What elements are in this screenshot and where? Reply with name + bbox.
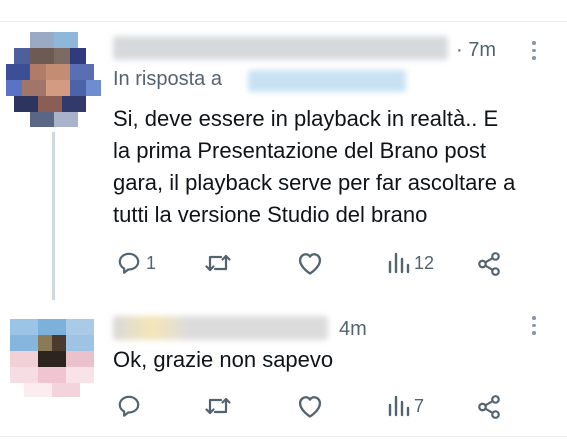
thread-line <box>52 132 55 300</box>
share-button[interactable] <box>476 394 502 420</box>
tweet-text: Ok, grazie non sapevo <box>113 347 334 372</box>
retweet-icon <box>205 397 231 415</box>
like-button[interactable] <box>296 250 328 276</box>
tweet-text-line: tutti la versione Studio del brano <box>113 202 428 227</box>
like-icon <box>298 253 322 275</box>
tweet-time[interactable]: 4m <box>339 318 367 341</box>
more-icon[interactable] <box>532 41 536 64</box>
reply-icon <box>118 252 140 274</box>
views-icon <box>388 252 410 274</box>
views-button[interactable]: 7 <box>386 393 424 419</box>
reply-to-handle-redacted[interactable] <box>248 70 406 92</box>
retweet-button[interactable] <box>204 251 236 275</box>
views-button[interactable]: 12 <box>386 250 434 276</box>
bottom-divider <box>0 436 567 437</box>
reply-button[interactable]: 1 <box>116 250 156 276</box>
retweet-icon <box>205 254 231 272</box>
tweet-text-line: la prima Presentazione del Brano post <box>113 138 486 163</box>
reply-to-label: In risposta a <box>113 68 222 90</box>
top-divider <box>0 21 567 22</box>
reply-count: 1 <box>146 252 157 273</box>
views-count: 7 <box>414 395 425 416</box>
tweet-time[interactable]: · 7m <box>456 39 496 62</box>
tweet-text-line: gara, il playback serve per far ascoltar… <box>113 170 516 195</box>
avatar[interactable] <box>10 305 94 397</box>
reply-button[interactable] <box>116 393 146 419</box>
avatar[interactable] <box>6 32 101 127</box>
more-icon[interactable] <box>532 316 536 339</box>
author-name-redacted[interactable] <box>113 36 448 60</box>
like-button[interactable] <box>296 393 328 419</box>
share-icon <box>478 252 500 276</box>
views-icon <box>388 395 410 417</box>
reply-icon <box>118 395 140 417</box>
share-icon <box>478 395 500 419</box>
retweet-button[interactable] <box>204 394 236 418</box>
author-name-redacted[interactable] <box>113 316 328 340</box>
share-button[interactable] <box>476 251 502 277</box>
views-count: 12 <box>414 252 435 273</box>
tweet-text-line: Si, deve essere in playback in realtà.. … <box>113 106 499 131</box>
like-icon <box>298 396 322 418</box>
